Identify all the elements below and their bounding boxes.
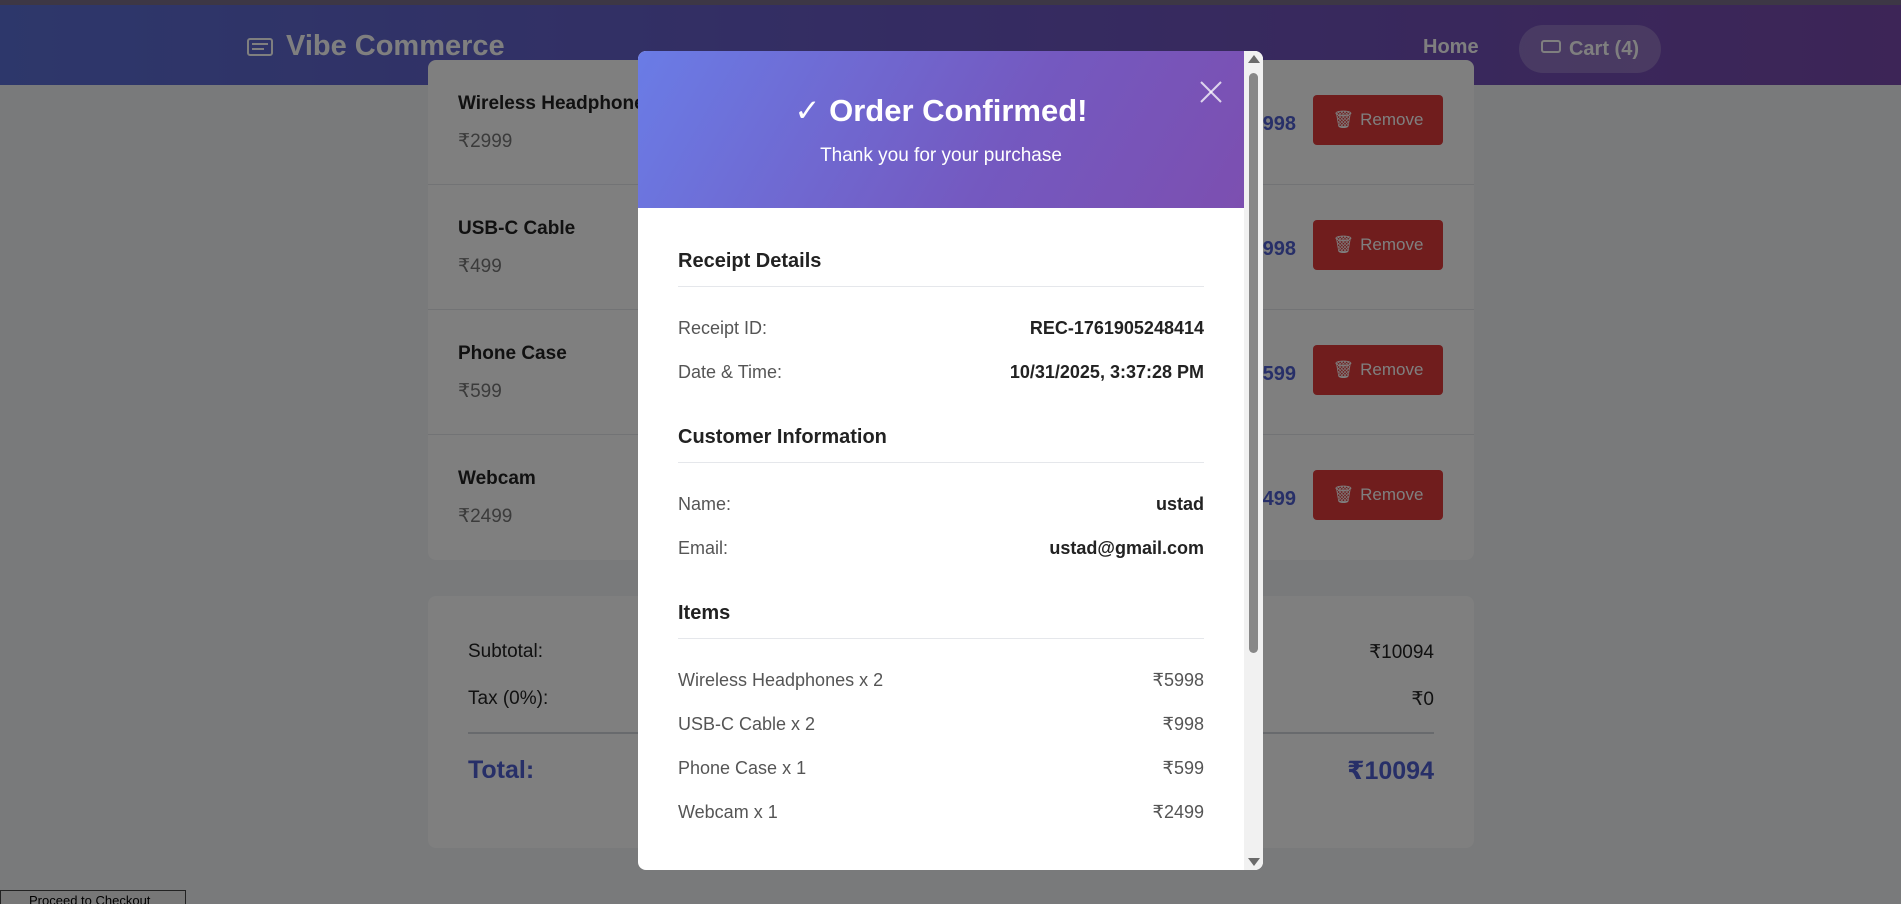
receipt-id-value: REC-1761905248414 xyxy=(1029,318,1204,338)
datetime-value: 10/31/2025, 3:37:28 PM xyxy=(1009,362,1204,382)
datetime-label: Date & Time: xyxy=(678,362,783,382)
receipt-item-amount: ₹5998 xyxy=(1152,670,1205,690)
order-confirmation-modal: ✓ Order Confirmed! Thank you for your pu… xyxy=(638,51,1263,870)
modal-header: ✓ Order Confirmed! Thank you for your pu… xyxy=(638,51,1244,208)
receipt-section-title: Receipt Details xyxy=(678,250,822,272)
receipt-item-amount: ₹998 xyxy=(1162,714,1204,734)
items-section-title: Items xyxy=(678,602,731,624)
receipt-id-label: Receipt ID: xyxy=(678,318,768,338)
receipt-item-label: Phone Case x 1 xyxy=(678,758,807,778)
modal-subtitle: Thank you for your purchase xyxy=(820,145,1062,166)
section-divider xyxy=(678,462,1204,463)
section-divider xyxy=(678,638,1204,639)
scroll-up-arrow-icon[interactable] xyxy=(1248,55,1260,63)
modal-scrollbar[interactable] xyxy=(1244,51,1263,870)
customer-name-label: Name: xyxy=(678,494,732,514)
receipt-item-amount: ₹2499 xyxy=(1152,802,1205,822)
scroll-down-arrow-icon[interactable] xyxy=(1248,858,1260,866)
receipt-item-label: USB-C Cable x 2 xyxy=(678,714,816,734)
section-divider xyxy=(678,286,1204,287)
receipt-item-amount: ₹599 xyxy=(1162,758,1204,778)
close-icon[interactable] xyxy=(1198,79,1224,105)
receipt-item-label: Webcam x 1 xyxy=(678,802,778,822)
customer-email-value: ustad@gmail.com xyxy=(1049,538,1204,558)
customer-section-title: Customer Information xyxy=(678,426,887,448)
customer-email-label: Email: xyxy=(678,538,729,558)
customer-name-value: ustad xyxy=(1155,494,1204,514)
scroll-thumb[interactable] xyxy=(1249,73,1258,653)
receipt-item-label: Wireless Headphones x 2 xyxy=(678,670,884,690)
modal-title: ✓ Order Confirmed! xyxy=(794,93,1088,128)
